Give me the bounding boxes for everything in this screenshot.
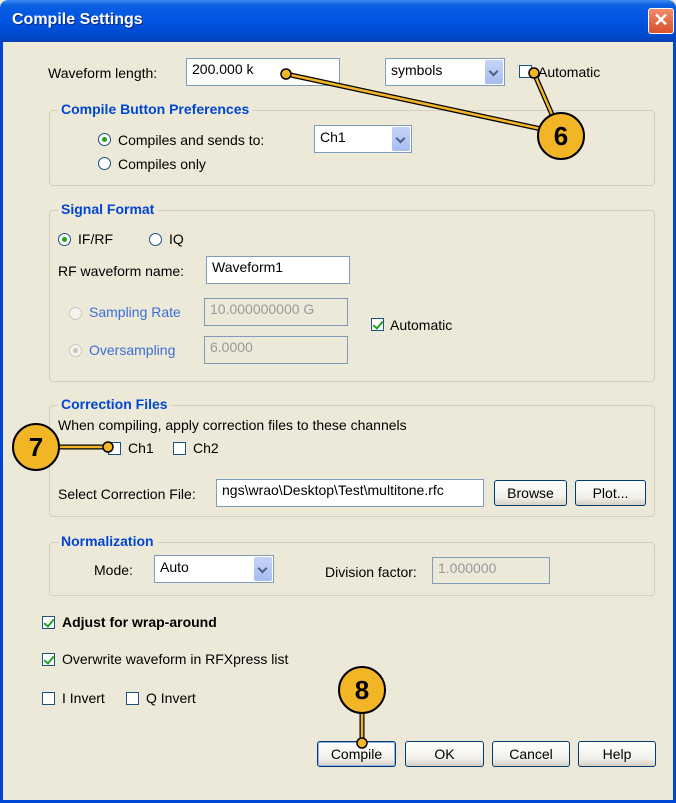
callout-7-anchor	[102, 441, 114, 453]
callout-6-anchor-b	[528, 67, 540, 79]
callout-6-anchor-a	[280, 68, 292, 80]
callout-8-anchor	[356, 737, 368, 749]
callout-7-badge: 7	[12, 423, 60, 471]
callout-8-badge: 8	[338, 666, 386, 714]
callout-6-badge: 6	[537, 112, 585, 160]
